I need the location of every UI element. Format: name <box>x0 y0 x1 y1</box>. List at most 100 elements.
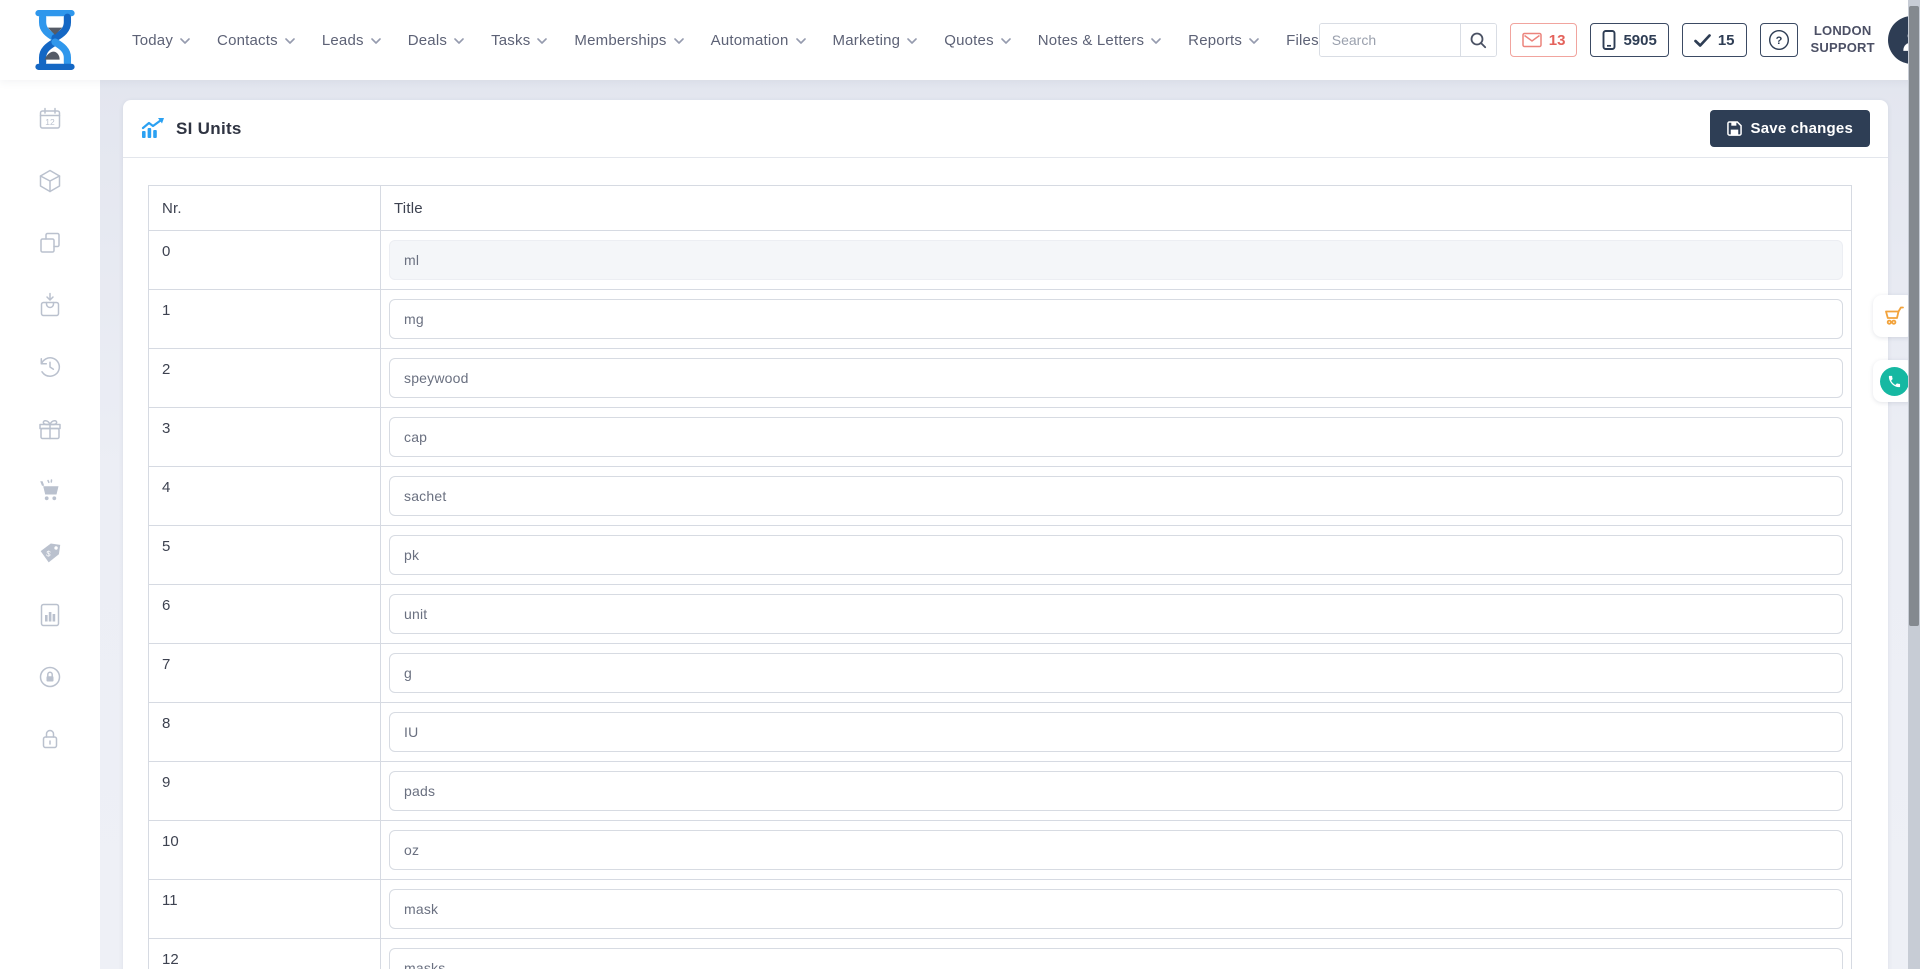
row-number: 1 <box>148 289 381 349</box>
chevron-down-icon <box>180 38 190 44</box>
copy-layers-icon <box>40 232 60 253</box>
topbar-right-cluster: 13 5905 15 ? LONDON SUPPORT <box>1318 16 1920 64</box>
save-changes-button[interactable]: Save changes <box>1709 110 1870 147</box>
unit-title-input[interactable] <box>389 771 1843 811</box>
vertical-scrollbar-track <box>1908 0 1920 969</box>
sidebar-item-orders-in[interactable] <box>34 292 66 318</box>
nav-label: Tasks <box>491 31 531 49</box>
price-tag-icon: $ <box>40 543 61 563</box>
tasks-done-badge[interactable]: 15 <box>1681 23 1747 57</box>
column-header-title: Title <box>380 185 1852 231</box>
nav-item-deals[interactable]: Deals <box>408 32 464 49</box>
vertical-scrollbar-thumb[interactable] <box>1909 6 1919 626</box>
unit-title-input[interactable] <box>389 299 1843 339</box>
unit-title-input[interactable] <box>389 653 1843 693</box>
row-number: 2 <box>148 348 381 408</box>
nav-item-contacts[interactable]: Contacts <box>217 32 295 49</box>
calls-badge[interactable]: 5905 <box>1590 23 1669 57</box>
sidebar-item-gifts[interactable] <box>34 416 66 442</box>
sidebar-item-history[interactable] <box>34 354 66 380</box>
nav-item-today[interactable]: Today <box>132 32 190 49</box>
unit-title-input[interactable] <box>389 712 1843 752</box>
main-nav: Today Contacts Leads Deals Tasks Members… <box>132 32 1319 49</box>
package-cube-icon <box>39 169 61 193</box>
svg-text:12: 12 <box>45 117 55 127</box>
nav-label: Marketing <box>832 31 901 49</box>
table-row: 11 <box>148 879 1852 939</box>
bag-download-icon <box>40 292 60 317</box>
unit-title-input[interactable] <box>389 889 1843 929</box>
gift-icon <box>39 420 61 440</box>
nav-label: Contacts <box>217 31 278 49</box>
row-number: 6 <box>148 584 381 644</box>
search-icon <box>1470 32 1487 49</box>
nav-item-notes-letters[interactable]: Notes & Letters <box>1038 32 1161 49</box>
phone-circle <box>1879 366 1909 396</box>
mail-notifications-badge[interactable]: 13 <box>1509 23 1578 57</box>
column-header-nr: Nr. <box>148 185 381 231</box>
unit-title-input[interactable] <box>389 594 1843 634</box>
user-name-line1: LONDON <box>1813 23 1872 39</box>
save-floppy-icon <box>1726 121 1742 136</box>
nav-item-quotes[interactable]: Quotes <box>944 32 1011 49</box>
search-input[interactable] <box>1319 24 1460 56</box>
hourglass-logo-icon <box>35 10 75 70</box>
unit-title-input[interactable] <box>389 476 1843 516</box>
nav-item-files[interactable]: Files <box>1286 32 1319 49</box>
app-logo[interactable] <box>28 9 82 71</box>
sidebar-item-calendar[interactable]: 12 <box>34 106 66 132</box>
cart-icon <box>1885 306 1904 325</box>
chart-trend-icon <box>141 118 164 138</box>
nav-label: Automation <box>710 31 789 49</box>
svg-text:?: ? <box>1775 35 1782 47</box>
current-user-name: LONDON SUPPORT <box>1811 23 1875 57</box>
nav-item-leads[interactable]: Leads <box>322 32 381 49</box>
chevron-down-icon <box>537 38 548 44</box>
nav-item-reports[interactable]: Reports <box>1188 32 1259 49</box>
row-number: 11 <box>148 879 381 939</box>
user-name-line2: SUPPORT <box>1810 40 1875 55</box>
nav-item-automation[interactable]: Automation <box>711 32 806 49</box>
row-number: 5 <box>148 525 381 585</box>
checkmark-icon <box>1693 33 1711 47</box>
unit-title-input[interactable] <box>389 417 1843 457</box>
nav-label: Quotes <box>944 31 994 49</box>
unit-title-input[interactable] <box>389 535 1843 575</box>
nav-item-memberships[interactable]: Memberships <box>574 32 684 49</box>
report-document-icon <box>40 603 60 627</box>
unit-title-input[interactable] <box>389 830 1843 870</box>
chevron-down-icon <box>907 38 918 44</box>
chevron-down-icon <box>454 38 464 44</box>
unit-title-input[interactable] <box>389 240 1843 280</box>
table-row: 7 <box>148 643 1852 703</box>
sidebar-item-products[interactable] <box>34 168 66 194</box>
save-changes-label: Save changes <box>1750 120 1853 137</box>
sidebar-item-reports-doc[interactable] <box>34 602 66 628</box>
row-number: 4 <box>148 466 381 526</box>
unit-title-input[interactable] <box>389 358 1843 398</box>
sidebar-item-lock[interactable] <box>34 726 66 752</box>
unit-title-input[interactable] <box>389 948 1843 969</box>
phone-icon <box>1888 375 1900 387</box>
mail-count: 13 <box>1548 31 1566 49</box>
nav-label: Notes & Letters <box>1037 31 1145 49</box>
nav-label: Leads <box>321 31 364 49</box>
sidebar-item-cart[interactable] <box>34 478 66 504</box>
shopping-cart-icon <box>40 479 59 501</box>
top-navigation-bar: Today Contacts Leads Deals Tasks Members… <box>0 0 1920 80</box>
search-button[interactable] <box>1459 24 1496 56</box>
sidebar-item-pricing[interactable]: $ <box>34 540 66 566</box>
table-header-row: Nr. Title <box>148 185 1852 231</box>
sidebar-item-account-security[interactable] <box>34 664 66 690</box>
calls-count: 5905 <box>1623 31 1657 49</box>
chevron-down-icon <box>1000 38 1011 44</box>
nav-item-tasks[interactable]: Tasks <box>491 31 548 49</box>
global-search <box>1318 23 1497 57</box>
chevron-down-icon <box>1249 38 1259 44</box>
icon-sidebar: 12 $ <box>0 80 100 969</box>
sidebar-item-duplicates[interactable] <box>34 230 66 256</box>
table-row: 1 <box>148 289 1852 349</box>
row-number: 7 <box>148 643 381 703</box>
nav-item-marketing[interactable]: Marketing <box>833 32 918 49</box>
help-button[interactable]: ? <box>1759 23 1798 57</box>
